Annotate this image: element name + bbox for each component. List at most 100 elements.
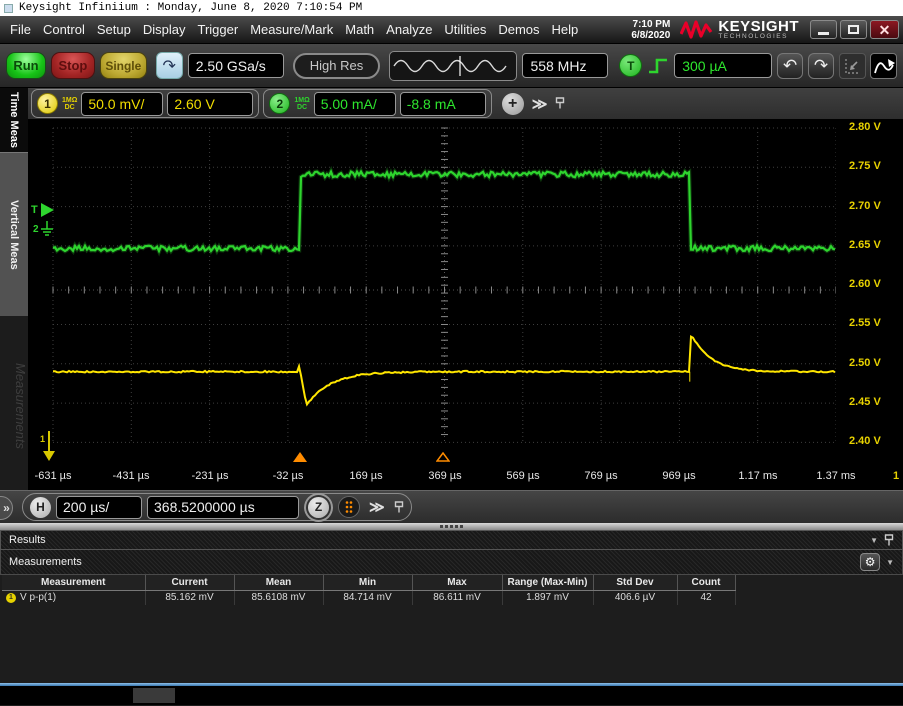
add-channel-button[interactable]: + bbox=[501, 92, 524, 115]
panel-splitter[interactable] bbox=[0, 523, 903, 530]
max-value: 86.611 mV bbox=[412, 590, 503, 605]
expand-chevrons[interactable]: ≫ bbox=[528, 95, 552, 113]
run-button[interactable]: Run bbox=[6, 52, 46, 79]
col-max[interactable]: Max bbox=[412, 575, 503, 591]
measurement-name-cell: 1 V p-p(1) bbox=[2, 590, 146, 605]
acquisition-mode-button[interactable]: High Res bbox=[292, 52, 381, 79]
menu-display[interactable]: Display bbox=[137, 22, 192, 37]
menu-math[interactable]: Math bbox=[339, 22, 380, 37]
results-dropdown-icon[interactable]: ▼ bbox=[870, 536, 878, 545]
sample-rate-field[interactable]: 2.50 GSa/s bbox=[187, 53, 284, 78]
undo-button[interactable]: ↶ bbox=[777, 52, 804, 79]
expand-chevrons[interactable]: ≫ bbox=[365, 498, 389, 516]
touch-button[interactable]: ↷ bbox=[155, 52, 183, 79]
col-range[interactable]: Range (Max-Min) bbox=[502, 575, 594, 591]
horizontal-bar: » H 200 µs/ 368.5200000 µs Z ≫ bbox=[0, 490, 903, 523]
stop-button[interactable]: Stop bbox=[50, 52, 95, 79]
menu-bar: File Control Setup Display Trigger Measu… bbox=[0, 16, 903, 44]
col-current[interactable]: Current bbox=[145, 575, 235, 591]
channel-2-scale-field[interactable]: 5.00 mA/ bbox=[313, 91, 396, 116]
acquisition-memory-indicator[interactable] bbox=[389, 50, 518, 81]
grid-arrow-icon bbox=[844, 58, 860, 74]
single-button[interactable]: Single bbox=[99, 52, 147, 79]
channel-1-offset-field[interactable]: 2.60 V bbox=[167, 91, 254, 116]
trigger-level-marker[interactable]: T 2 bbox=[30, 201, 56, 245]
channel-bar: 1 1MΩ DC 50.0 mV/ 2.60 V 2 1MΩ DC 5.00 m… bbox=[28, 88, 903, 120]
results-empty-area bbox=[0, 605, 903, 683]
pin-icon[interactable] bbox=[394, 500, 404, 514]
maximize-button[interactable] bbox=[840, 20, 867, 39]
menu-setup[interactable]: Setup bbox=[91, 22, 137, 37]
menu-measure-mark[interactable]: Measure/Mark bbox=[244, 22, 339, 37]
toolbar: Run Stop Single ↷ 2.50 GSa/s High Res 55… bbox=[0, 44, 903, 88]
table-row[interactable]: 1 V p-p(1) 85.162 mV 85.6108 mV 84.714 mV… bbox=[2, 590, 736, 605]
taskbar bbox=[0, 686, 903, 705]
menu-utilities[interactable]: Utilities bbox=[438, 22, 492, 37]
redo-button[interactable]: ↷ bbox=[808, 52, 834, 79]
col-measurement[interactable]: Measurement bbox=[2, 575, 146, 591]
menu-control[interactable]: Control bbox=[37, 22, 91, 37]
horizontal-reference-marker[interactable] bbox=[436, 452, 450, 462]
col-mean[interactable]: Mean bbox=[234, 575, 324, 591]
waveform-arrow-icon bbox=[873, 58, 895, 73]
collapse-panel-button[interactable]: » bbox=[0, 496, 13, 520]
time-tick: 969 µs bbox=[662, 470, 696, 482]
clock: 7:10 PM 6/8/2020 bbox=[631, 19, 680, 41]
channel-1-ground-marker[interactable]: 1 bbox=[40, 429, 58, 463]
trigger-edge-icon[interactable] bbox=[647, 56, 669, 76]
grid-display-button[interactable] bbox=[839, 52, 866, 79]
col-min[interactable]: Min bbox=[323, 575, 413, 591]
channel-1-marker-icon: 1 bbox=[6, 592, 16, 603]
col-count[interactable]: Count bbox=[677, 575, 736, 591]
time-tick: 369 µs bbox=[428, 470, 462, 482]
measurements-settings-button[interactable]: ⚙ bbox=[860, 553, 881, 571]
keysight-logo: KEYSIGHT TECHNOLOGIES bbox=[680, 17, 807, 40]
brand-name: KEYSIGHT bbox=[718, 17, 799, 35]
waveform-display[interactable]: T 2 1 bbox=[28, 120, 837, 463]
time-tick: 769 µs bbox=[584, 470, 618, 482]
timebase-scale-field[interactable]: 200 µs/ bbox=[56, 495, 142, 519]
channel-2-button[interactable]: 2 bbox=[269, 93, 291, 114]
channel-2-group: 2 1MΩ DC 5.00 mA/ -8.8 mA bbox=[263, 89, 492, 118]
col-stddev[interactable]: Std Dev bbox=[593, 575, 678, 591]
measurements-dropdown-icon[interactable]: ▼ bbox=[886, 558, 894, 567]
channel-1-coupling-badge[interactable]: 1MΩ DC bbox=[62, 97, 77, 111]
close-icon: ✕ bbox=[878, 21, 891, 38]
menu-demos[interactable]: Demos bbox=[492, 22, 545, 37]
menu-analyze[interactable]: Analyze bbox=[380, 22, 438, 37]
zoom-button[interactable]: Z bbox=[308, 496, 329, 518]
clock-date: 6/8/2020 bbox=[631, 29, 671, 41]
voltage-tick: 2.65 V bbox=[849, 239, 881, 251]
channel-2-coupling-badge[interactable]: 1MΩ DC bbox=[294, 97, 309, 111]
channel-2-offset-field[interactable]: -8.8 mA bbox=[399, 91, 486, 116]
trigger-level-field[interactable]: 300 µA bbox=[674, 53, 773, 78]
close-button[interactable]: ✕ bbox=[870, 20, 899, 39]
voltage-tick: 2.40 V bbox=[849, 435, 881, 447]
voltage-tick: 2.50 V bbox=[849, 357, 881, 369]
menu-help[interactable]: Help bbox=[546, 22, 585, 37]
voltage-tick: 2.60 V bbox=[849, 278, 881, 290]
waveform-tool-button[interactable] bbox=[870, 52, 897, 79]
minimize-button[interactable] bbox=[810, 20, 837, 39]
channel-1-scale-field[interactable]: 50.0 mV/ bbox=[81, 91, 164, 116]
tab-vertical-meas[interactable]: Vertical Meas bbox=[0, 152, 28, 316]
bandwidth-field[interactable]: 558 MHz bbox=[522, 53, 609, 78]
menu-trigger[interactable]: Trigger bbox=[191, 22, 244, 37]
taskbar-item[interactable] bbox=[133, 688, 175, 703]
pin-icon[interactable] bbox=[555, 97, 565, 110]
horizontal-button[interactable]: H bbox=[30, 496, 51, 518]
measurement-name: V p-p(1) bbox=[20, 592, 57, 604]
segmented-memory-button[interactable] bbox=[338, 496, 360, 518]
pin-icon[interactable] bbox=[884, 533, 894, 547]
menu-file[interactable]: File bbox=[4, 22, 37, 37]
sine-wave-icon bbox=[393, 55, 508, 76]
channel-1-button[interactable]: 1 bbox=[37, 93, 58, 114]
measurements-table: Measurement Current Mean Min Max Range (… bbox=[2, 575, 736, 605]
trigger-time-marker[interactable] bbox=[293, 452, 307, 462]
timebase-position-field[interactable]: 368.5200000 µs bbox=[147, 495, 299, 519]
maximize-icon bbox=[848, 25, 859, 34]
min-value: 84.714 mV bbox=[323, 590, 413, 605]
trigger-source-button[interactable]: T bbox=[619, 54, 643, 77]
tab-time-meas[interactable]: Time Meas bbox=[0, 88, 28, 152]
results-panel-header: Results ▼ bbox=[0, 530, 903, 550]
